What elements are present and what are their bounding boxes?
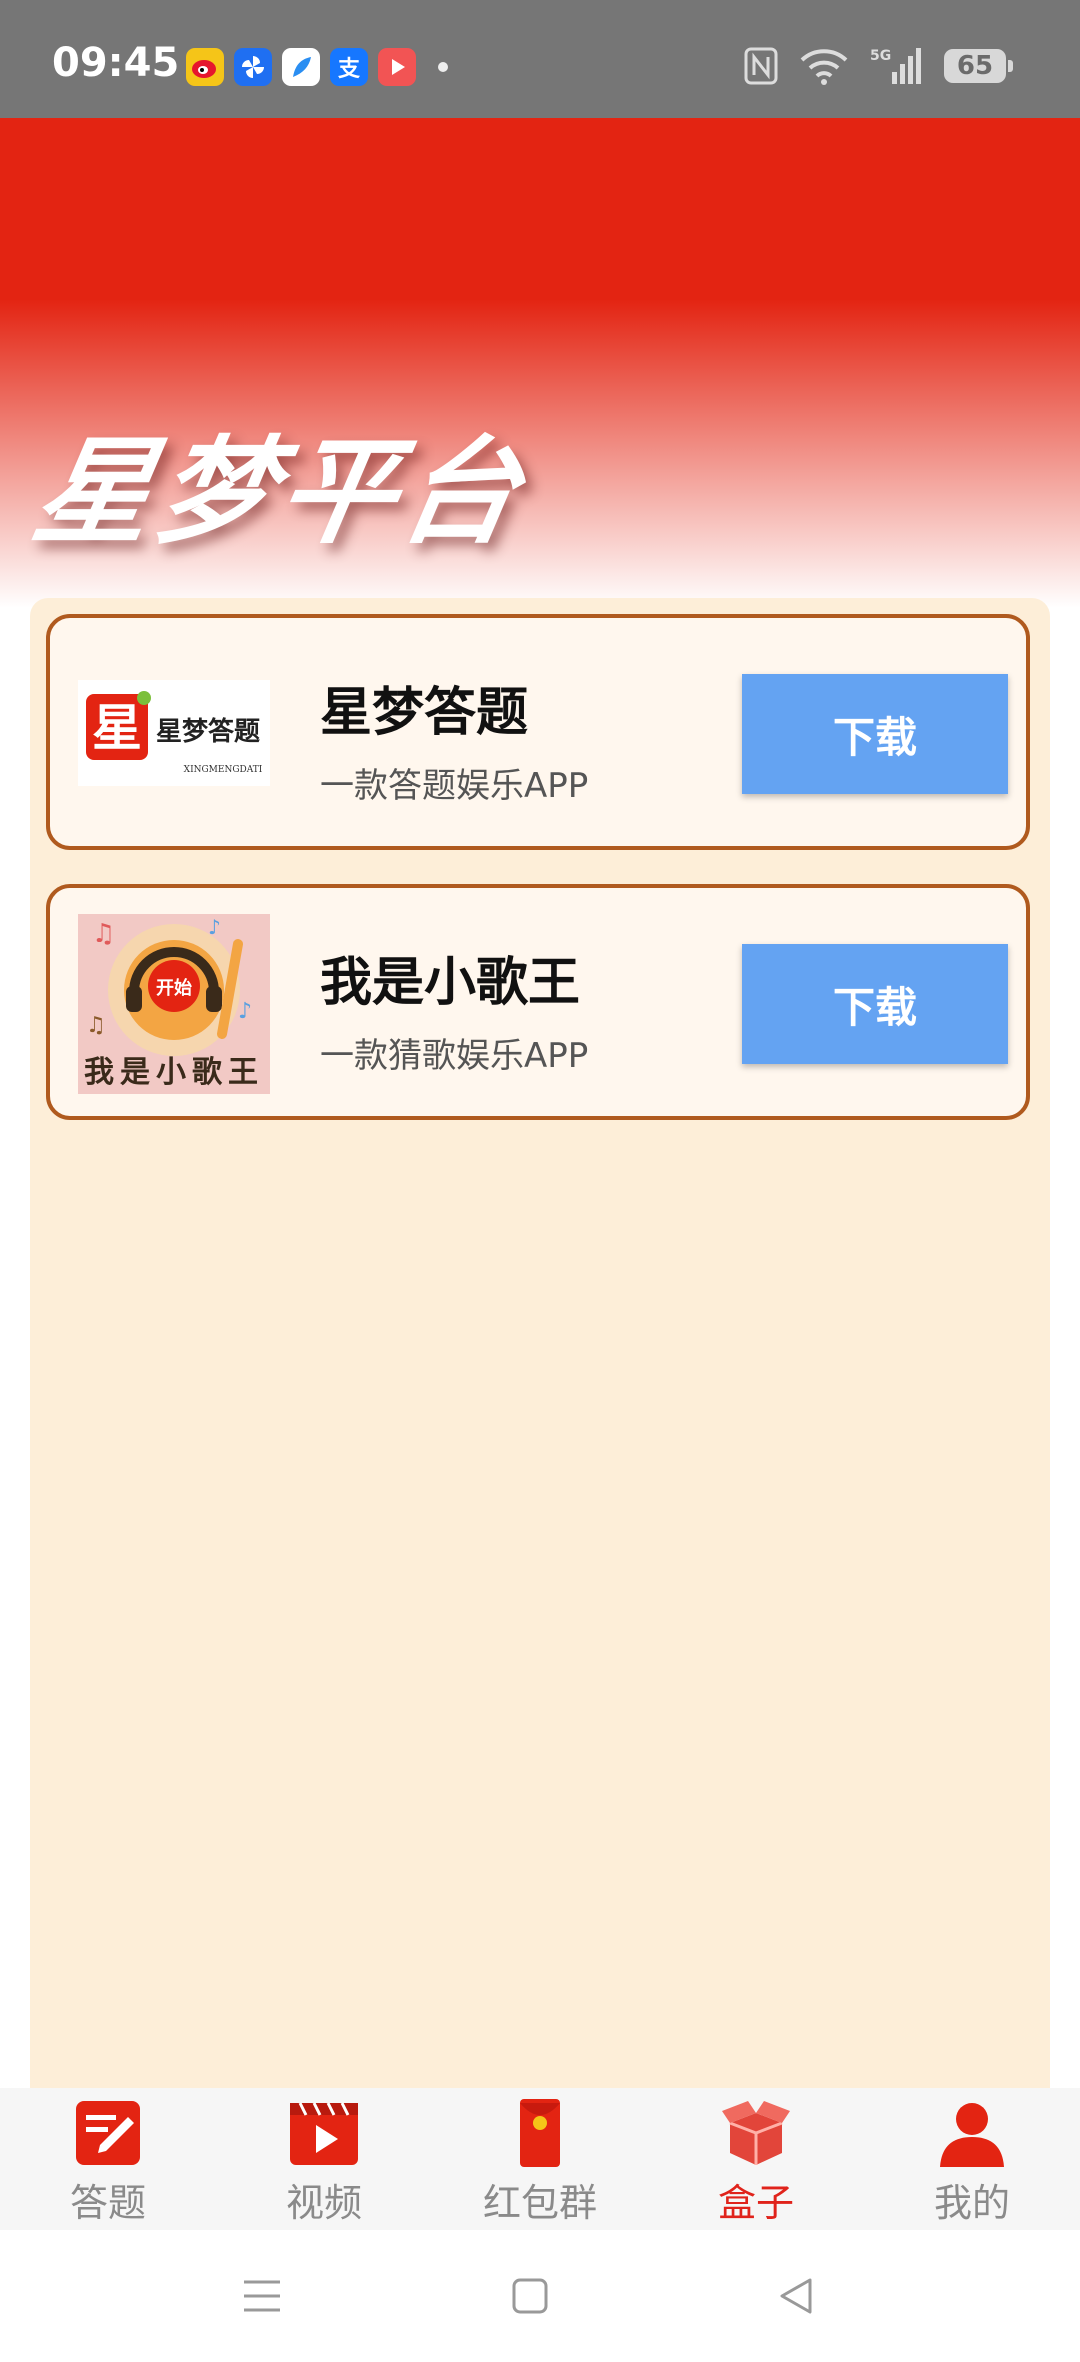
thumb-subtitle: XINGMENGDATI	[184, 765, 263, 775]
brand-title: 星梦平台	[24, 425, 537, 560]
red-envelope-icon	[502, 2096, 578, 2170]
app-card: 星 星梦答题 XINGMENGDATI 星梦答题 一款答题娱乐APP 下载	[46, 614, 1030, 850]
status-time: 09:45	[52, 40, 180, 86]
app-description: 一款答题娱乐APP	[320, 766, 589, 806]
tab-red-envelope-group[interactable]: 红包群	[432, 2088, 648, 2230]
app-thumbnail: 开始 ♫ ♫ ♪ ♪ 我是小歌王	[78, 914, 270, 1094]
bottom-tab-bar: 答题 视频 红包群 盒子 我的	[0, 2088, 1080, 2230]
system-nav-bar	[0, 2230, 1080, 2362]
svg-text:♪: ♪	[238, 999, 252, 1024]
battery-indicator: 65	[944, 49, 1013, 83]
status-indicators: 5G 65	[744, 44, 1013, 88]
svg-text:♪: ♪	[208, 915, 221, 939]
alipay-icon: 支	[330, 48, 368, 86]
svg-text:5G: 5G	[870, 48, 891, 64]
tab-answer[interactable]: 答题	[0, 2088, 216, 2230]
app-title: 星梦答题	[320, 683, 529, 743]
thumb-caption: 我是小歌王	[84, 1055, 264, 1090]
app-description: 一款猜歌娱乐APP	[320, 1036, 589, 1076]
thumb-start-badge: 开始	[156, 977, 192, 999]
video-app-icon	[378, 48, 416, 86]
weibo-icon	[186, 48, 224, 86]
user-icon	[934, 2096, 1010, 2170]
notification-icons: 支	[186, 48, 448, 86]
svg-text:♫: ♫	[86, 1013, 106, 1038]
tab-video[interactable]: 视频	[216, 2088, 432, 2230]
thumb-logo-char: 星	[92, 698, 142, 757]
menu-icon[interactable]	[232, 2266, 292, 2326]
more-notifications-dot	[438, 62, 448, 72]
video-play-icon	[286, 2096, 362, 2170]
tab-mine[interactable]: 我的	[864, 2088, 1080, 2230]
back-icon[interactable]	[766, 2266, 826, 2326]
nfc-icon	[744, 47, 778, 85]
app-list-panel: 星 星梦答题 XINGMENGDATI 星梦答题 一款答题娱乐APP 下载 开始…	[30, 598, 1050, 2088]
gift-box-icon	[718, 2096, 794, 2170]
tab-label: 答题	[69, 2181, 146, 2225]
header-banner: 星梦平台	[0, 118, 1080, 608]
tab-label: 视频	[285, 2181, 362, 2225]
pencil-note-icon	[70, 2096, 146, 2170]
download-button[interactable]: 下载	[742, 674, 1008, 794]
tab-box[interactable]: 盒子	[648, 2088, 864, 2230]
cellular-5g-icon: 5G	[870, 48, 921, 84]
download-button[interactable]: 下载	[742, 944, 1008, 1064]
feather-app-icon	[282, 48, 320, 86]
app-thumbnail: 星 星梦答题 XINGMENGDATI	[78, 680, 270, 786]
svg-text:♫: ♫	[92, 919, 115, 949]
tab-label: 盒子	[717, 2181, 794, 2225]
wifi-icon	[800, 49, 848, 85]
app-title: 我是小歌王	[320, 953, 581, 1013]
status-bar: 09:45 支 5G 65	[0, 0, 1080, 118]
thumb-title: 星梦答题	[156, 716, 260, 747]
tab-label: 我的	[933, 2181, 1010, 2225]
home-icon[interactable]	[500, 2266, 560, 2326]
tab-label: 红包群	[482, 2181, 597, 2225]
pinwheel-icon	[234, 48, 272, 86]
app-card: 开始 ♫ ♫ ♪ ♪ 我是小歌王 我是小歌王 一款猜歌娱乐APP 下载	[46, 884, 1030, 1120]
